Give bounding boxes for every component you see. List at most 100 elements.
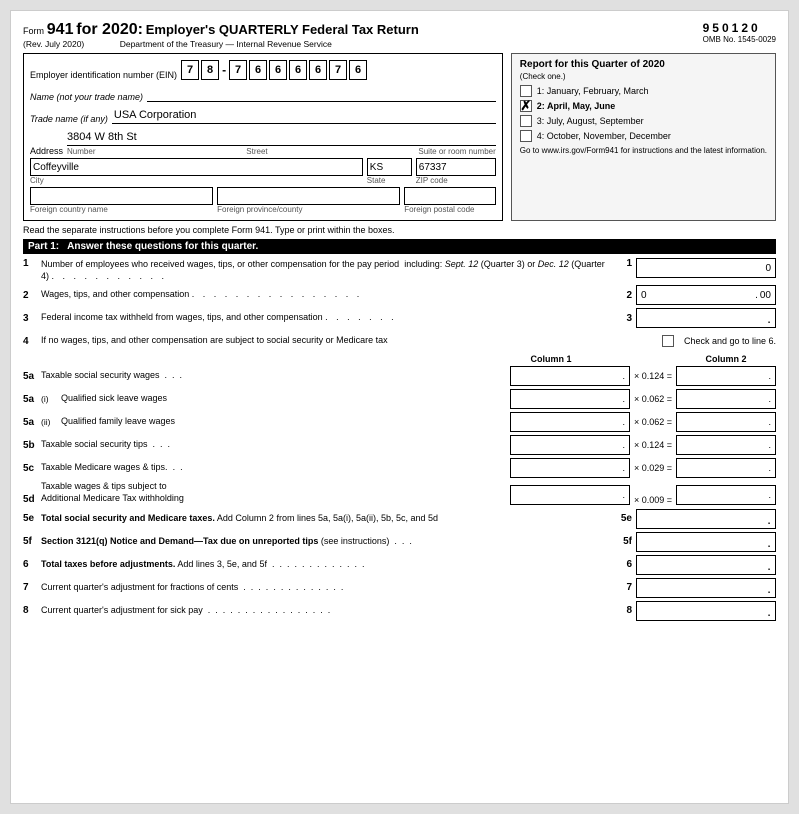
line-5ai-col2-dot: . — [768, 394, 771, 404]
addr-street-label: Street — [246, 147, 267, 156]
zip-input[interactable] — [416, 158, 496, 176]
ein-digit-4[interactable]: 6 — [249, 60, 267, 80]
ein-digit-3[interactable]: 7 — [229, 60, 247, 80]
line-3-answer[interactable]: . — [636, 308, 776, 328]
line-5d-col1-dot: . — [622, 490, 625, 500]
line-5f: 5f Section 3121(q) Notice and Demand—Tax… — [23, 532, 776, 552]
col2-header: Column 2 — [676, 354, 776, 364]
line-5e-answer[interactable]: . — [636, 509, 776, 529]
line-5b-col1[interactable]: . — [510, 435, 630, 455]
ein-digit-5[interactable]: 6 — [269, 60, 287, 80]
line-6-answer[interactable]: . — [636, 555, 776, 575]
foreign-province-input[interactable] — [217, 187, 400, 205]
foreign-country-field: Foreign country name — [30, 187, 213, 214]
line-5b-col1-dot: . — [622, 440, 625, 450]
quarter-checkbox-3[interactable] — [520, 115, 532, 127]
name-row: Name (not your trade name) — [30, 84, 496, 102]
line-4-check-label: Check and go to line 6. — [684, 336, 776, 346]
line-5aii-col2-dot: . — [768, 417, 771, 427]
foreign-country-input[interactable] — [30, 187, 213, 205]
line-4-desc: If no wages, tips, and other compensatio… — [41, 335, 662, 347]
quarter-box: Report for this Quarter of 2020 (Check o… — [511, 53, 776, 221]
col1-header: Column 1 — [456, 354, 646, 364]
header-right: 950120 OMB No. 1545-0029 — [703, 21, 776, 49]
part1-desc: Answer these questions for this quarter. — [67, 241, 258, 252]
quarter-checkbox-2[interactable]: ✗ — [520, 100, 532, 112]
quarter-item-1[interactable]: 1: January, February, March — [520, 85, 767, 97]
line-5c-col2[interactable]: . — [676, 458, 776, 478]
ein-digit-1[interactable]: 7 — [181, 60, 199, 80]
line-6-num: 6 — [23, 559, 41, 570]
ein-digit-6[interactable]: 6 — [289, 60, 307, 80]
quarter-checkbox-1[interactable] — [520, 85, 532, 97]
line-6-desc: Total taxes before adjustments. Add line… — [41, 559, 612, 571]
line-1-answer[interactable]: 0 — [636, 258, 776, 278]
line-7-desc: Current quarter's adjustment for fractio… — [41, 582, 612, 594]
line-5e-desc: Total social security and Medicare taxes… — [41, 513, 612, 525]
line-4-checkbox[interactable] — [662, 335, 674, 347]
part1-header: Part 1: Answer these questions for this … — [23, 239, 776, 254]
address-section: Address Number Street Suite or room numb… — [30, 128, 496, 214]
ein-digit-7[interactable]: 6 — [309, 60, 327, 80]
line-5aii-col1[interactable]: . — [510, 412, 630, 432]
line-5f-answer[interactable]: . — [636, 532, 776, 552]
line-5a-col2-dot: . — [768, 371, 771, 381]
quarter-item-4[interactable]: 4: October, November, December — [520, 130, 767, 142]
line-2-value: 0 — [641, 290, 647, 301]
address-input[interactable] — [67, 128, 496, 146]
line-5ai-col1[interactable]: . — [510, 389, 630, 409]
trade-name-input[interactable] — [112, 106, 496, 124]
line-6: 6 Total taxes before adjustments. Add li… — [23, 555, 776, 575]
line-5c-col2-dot: . — [768, 463, 771, 473]
line-1-num: 1 — [23, 258, 41, 269]
quarter-checkbox-4[interactable] — [520, 130, 532, 142]
line-8-answer[interactable]: . — [636, 601, 776, 621]
ein-digit-2[interactable]: 8 — [201, 60, 219, 80]
line-5b: 5b Taxable social security tips . . . . … — [23, 435, 776, 455]
line-2-ref: 2 — [612, 290, 632, 301]
line-5d-col1[interactable]: . — [510, 485, 630, 505]
name-input[interactable] — [147, 84, 496, 102]
trade-name-label: Trade name (if any) — [30, 114, 108, 124]
line-2: 2 Wages, tips, and other compensation . … — [23, 285, 776, 305]
line-5a-col2[interactable]: . — [676, 366, 776, 386]
line-3-num: 3 — [23, 313, 41, 324]
ein-digit-8[interactable]: 7 — [329, 60, 347, 80]
quarter-item-3[interactable]: 3: July, August, September — [520, 115, 767, 127]
line-5f-dot: . — [767, 535, 771, 549]
rev-date: (Rev. July 2020) — [23, 39, 84, 49]
line-5a-col1[interactable]: . — [510, 366, 630, 386]
line-5ai-desc: Qualified sick leave wages — [61, 393, 510, 405]
line-7: 7 Current quarter's adjustment for fract… — [23, 578, 776, 598]
ein-digit-9[interactable]: 6 — [349, 60, 367, 80]
line-5b-multiplier: × 0.124 = — [634, 440, 672, 450]
line-5c-num: 5c — [23, 463, 41, 474]
col-headers: Column 1 Column 2 — [23, 354, 776, 364]
line-5ai-col2[interactable]: . — [676, 389, 776, 409]
line-5c-col1[interactable]: . — [510, 458, 630, 478]
city-input[interactable] — [30, 158, 363, 176]
line-5ai-num: 5a — [23, 394, 41, 405]
line-3-ref: 3 — [612, 313, 632, 324]
quarter-item-2[interactable]: ✗ 2: April, May, June — [520, 100, 767, 112]
employer-section: Employer identification number (EIN) 7 8… — [23, 53, 503, 221]
line-5d-col2[interactable]: . — [676, 485, 776, 505]
quarter-box-title: Report for this Quarter of 2020 — [520, 59, 767, 70]
line-5aii-col2[interactable]: . — [676, 412, 776, 432]
state-input[interactable] — [367, 158, 412, 176]
line-5e-num: 5e — [23, 513, 41, 524]
line-5d-desc: Taxable wages & tips subject toAdditiona… — [41, 481, 510, 504]
foreign-postal-input[interactable] — [404, 187, 496, 205]
line-2-answer[interactable]: 0 . 00 — [636, 285, 776, 305]
line-7-answer[interactable]: . — [636, 578, 776, 598]
line-5ai-sub: (i) — [41, 394, 61, 404]
city-label: City — [30, 176, 363, 185]
line-5a-num: 5a — [23, 371, 41, 382]
omb-label: OMB No. 1545-0029 — [703, 35, 776, 44]
line-5aii-desc: Qualified family leave wages — [61, 416, 510, 428]
quarter-label-1: 1: January, February, March — [537, 86, 649, 96]
line-1-desc: Number of employees who received wages, … — [41, 258, 612, 282]
line-4-num: 4 — [23, 336, 41, 347]
header-left: Form 941 for 2020: Employer's QUARTERLY … — [23, 21, 695, 49]
line-5b-col2[interactable]: . — [676, 435, 776, 455]
